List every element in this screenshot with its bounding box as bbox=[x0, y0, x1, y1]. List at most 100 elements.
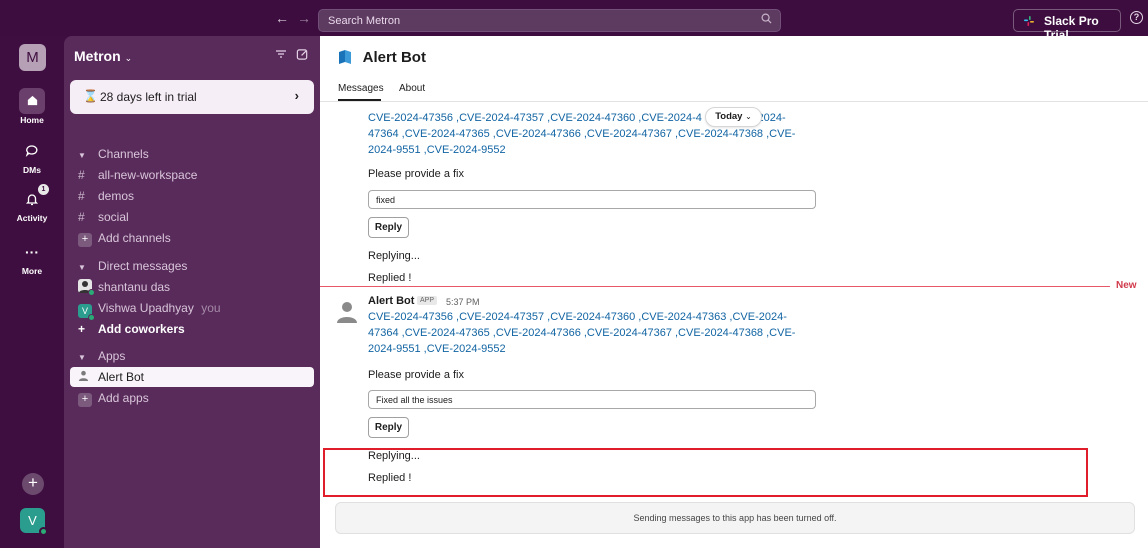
cve-line: 2024-9551 ,CVE-2024-9552 bbox=[368, 343, 506, 355]
fix-input[interactable]: fixed bbox=[368, 190, 816, 209]
rail-dms[interactable]: DMs bbox=[0, 138, 64, 175]
channel-title-button[interactable]: Alert Bot bbox=[338, 49, 426, 66]
slack-logo-icon bbox=[1024, 16, 1034, 26]
dm-header: Direct messages bbox=[98, 259, 188, 273]
replying-status: Replying... bbox=[368, 250, 420, 262]
caret-down-icon: ▼ bbox=[78, 151, 86, 160]
add-apps-label: Add apps bbox=[98, 391, 149, 405]
app-person-icon bbox=[78, 367, 98, 387]
search-input[interactable]: Search Metron bbox=[318, 9, 781, 32]
rail-home[interactable]: Home bbox=[0, 88, 64, 125]
more-dots-icon: ··· bbox=[25, 244, 39, 260]
back-arrow-icon[interactable]: ← bbox=[275, 10, 289, 26]
app-label: Alert Bot bbox=[98, 370, 145, 384]
online-status-dot bbox=[39, 527, 48, 536]
user-initial: V bbox=[28, 513, 37, 528]
search-placeholder: Search Metron bbox=[328, 15, 401, 27]
rail-activity-label: Activity bbox=[16, 213, 48, 223]
plus-icon: + bbox=[78, 233, 92, 247]
dms-icon bbox=[19, 138, 45, 164]
workspace-name: Metron bbox=[74, 48, 121, 64]
messaging-disabled-notice: Sending messages to this app has been tu… bbox=[335, 502, 1135, 534]
channels-header: Channels bbox=[98, 147, 149, 161]
hourglass-icon: ⌛ bbox=[83, 89, 98, 103]
channel-label: social bbox=[98, 210, 129, 224]
online-status-dot bbox=[88, 289, 95, 296]
forward-arrow-icon[interactable]: → bbox=[297, 10, 311, 26]
trial-text: 28 days left in trial bbox=[100, 90, 197, 104]
date-divider-today[interactable]: Today ⌄ bbox=[705, 107, 762, 127]
book-icon bbox=[339, 50, 351, 64]
add-channels-button[interactable]: + Add channels bbox=[70, 228, 314, 248]
replied-status: Replied ! bbox=[368, 272, 412, 284]
caret-down-icon: ▼ bbox=[78, 263, 86, 272]
apps-section-toggle[interactable]: ▼ Apps bbox=[70, 346, 314, 366]
user-avatar[interactable]: V bbox=[20, 508, 48, 536]
avatar bbox=[78, 279, 95, 296]
compose-icon[interactable] bbox=[296, 48, 309, 64]
fix-input[interactable]: Fixed all the issues bbox=[368, 390, 816, 409]
workspace-rail: M Home DMs 1 Activity ··· More + V bbox=[0, 36, 64, 548]
rail-activity[interactable]: 1 Activity bbox=[0, 184, 64, 223]
filter-icon[interactable] bbox=[275, 48, 287, 63]
plus-icon: + bbox=[78, 393, 92, 407]
chevron-down-icon: ⌄ bbox=[124, 53, 133, 63]
sidebar-item-dm[interactable]: shantanu das bbox=[70, 277, 314, 297]
cve-list: CVE-2024-47356 ,CVE-2024-47357 ,CVE-2024… bbox=[368, 309, 818, 357]
tab-about[interactable]: About bbox=[399, 83, 425, 94]
app-badge: APP bbox=[417, 296, 438, 305]
rail-home-label: Home bbox=[20, 115, 44, 125]
dm-you-suffix: you bbox=[201, 301, 221, 315]
channel-title: Alert Bot bbox=[362, 49, 426, 66]
sidebar-item-alert-bot[interactable]: Alert Bot bbox=[70, 367, 314, 387]
add-coworkers-button[interactable]: + Add coworkers bbox=[70, 319, 314, 339]
caret-down-icon: ▼ bbox=[78, 353, 86, 362]
cve-line: 2024-9551 ,CVE-2024-9552 bbox=[368, 144, 506, 156]
activity-badge: 1 bbox=[38, 184, 49, 195]
add-coworkers-label: Add coworkers bbox=[98, 322, 185, 336]
apps-header: Apps bbox=[98, 349, 126, 363]
tab-messages[interactable]: Messages bbox=[338, 83, 384, 94]
message-author[interactable]: Alert Bot bbox=[368, 295, 414, 307]
highlight-box bbox=[323, 448, 1088, 497]
slack-pro-trial-button[interactable]: Slack Pro Trial bbox=[1013, 9, 1121, 42]
rail-dms-label: DMs bbox=[23, 165, 41, 175]
hash-icon: # bbox=[78, 210, 85, 224]
add-workspace-button[interactable]: + bbox=[22, 473, 44, 495]
fix-prompt: Please provide a fix bbox=[368, 369, 464, 381]
channel-pane: Alert Bot Messages About CVE-2024-47356 … bbox=[320, 36, 1148, 548]
cve-line: CVE-2024-47356 ,CVE-2024-47357 ,CVE-2024… bbox=[368, 311, 787, 323]
workspace-switcher[interactable]: M bbox=[19, 44, 46, 71]
reply-button[interactable]: Reply bbox=[368, 417, 409, 438]
channel-label: demos bbox=[98, 189, 135, 203]
sidebar: Metron ⌄ ⌛ 28 days left in trial › ▼ Chan… bbox=[64, 36, 320, 548]
top-bar: ← → Search Metron Slack Pro Trial ? bbox=[0, 0, 1148, 42]
channels-section-toggle[interactable]: ▼ Channels bbox=[70, 144, 314, 164]
help-icon[interactable]: ? bbox=[1130, 11, 1143, 24]
trial-banner[interactable]: ⌛ 28 days left in trial › bbox=[70, 80, 314, 114]
hash-icon: # bbox=[78, 168, 85, 182]
sidebar-item-channel[interactable]: # all-new-workspace bbox=[70, 165, 314, 185]
sidebar-item-dm[interactable]: V Vishwa Upadhyay you bbox=[70, 298, 314, 321]
sidebar-item-channel[interactable]: # social bbox=[70, 207, 314, 227]
chevron-right-icon: › bbox=[294, 88, 299, 103]
home-icon bbox=[19, 88, 45, 114]
bot-avatar[interactable] bbox=[334, 298, 360, 324]
message-timestamp[interactable]: 5:37 PM bbox=[446, 297, 480, 307]
cve-line: 47364 ,CVE-2024-47365 ,CVE-2024-47366 ,C… bbox=[368, 128, 796, 140]
fix-prompt: Please provide a fix bbox=[368, 168, 464, 180]
add-apps-button[interactable]: + Add apps bbox=[70, 388, 314, 408]
search-icon bbox=[761, 13, 772, 27]
sidebar-item-channel[interactable]: # demos bbox=[70, 186, 314, 206]
channel-label: all-new-workspace bbox=[98, 168, 198, 182]
rail-more[interactable]: ··· More bbox=[0, 239, 64, 276]
dm-section-toggle[interactable]: ▼ Direct messages bbox=[70, 256, 314, 276]
new-messages-divider bbox=[320, 286, 1110, 287]
new-label: New bbox=[1116, 280, 1137, 291]
reply-button[interactable]: Reply bbox=[368, 217, 409, 238]
tab-divider bbox=[320, 101, 1148, 102]
chevron-down-icon: ⌄ bbox=[745, 112, 752, 121]
plus-icon: + bbox=[78, 322, 86, 336]
workspace-name-menu[interactable]: Metron ⌄ bbox=[74, 48, 132, 64]
hash-icon: # bbox=[78, 189, 85, 203]
